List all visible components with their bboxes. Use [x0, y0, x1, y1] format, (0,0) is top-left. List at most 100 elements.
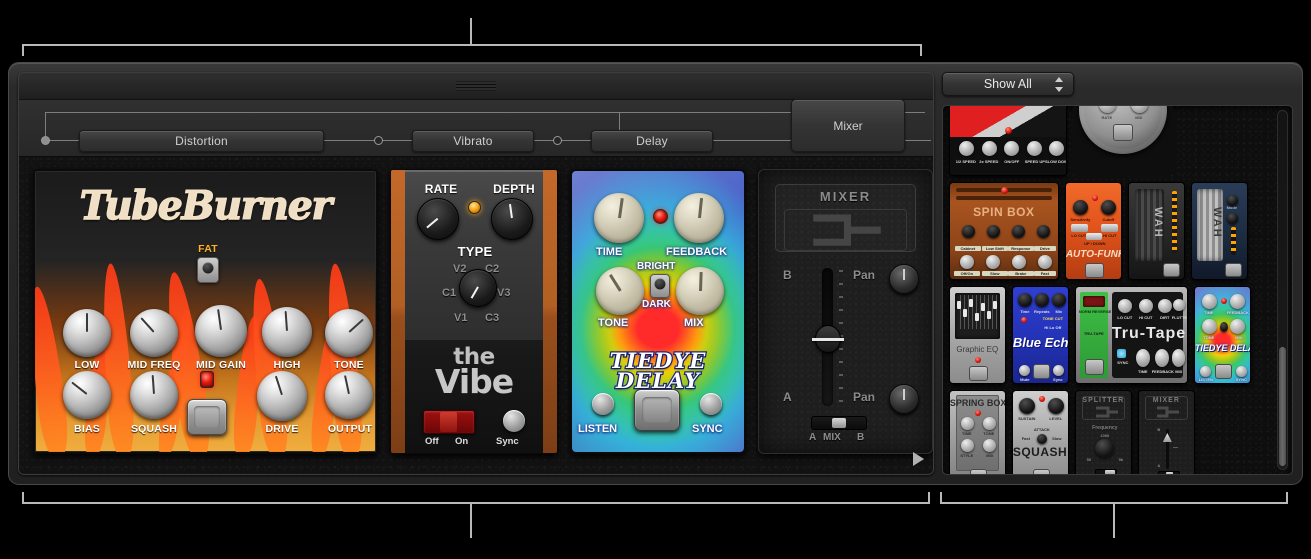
knob-label-output: OUTPUT — [327, 423, 373, 435]
browser-item-phase-pedal[interactable]: RATE MIX — [1072, 106, 1173, 176]
pedalboard-area: Distortion Vibrato Delay Mixer TubeBurne… — [18, 72, 934, 475]
mixer-routing-icon — [784, 209, 907, 252]
browser-item-knob-label: SLOW DOWN — [1044, 159, 1066, 164]
knob-output[interactable] — [325, 371, 373, 419]
browser-item-wah-blue[interactable]: WAH Mode — [1190, 182, 1248, 280]
browser-item-mixer[interactable]: MIXER B A A MIX B — [1137, 390, 1195, 474]
vibe-depth-knob[interactable] — [491, 198, 533, 240]
browser-item-title: SPIN BOX — [973, 205, 1035, 219]
browser-item-blue-echo[interactable]: Time Repeats Mix TONE CUT Hi Lo Off Blue… — [1011, 286, 1069, 384]
routing-slot-mixer[interactable]: Mixer — [791, 99, 905, 152]
browser-item-spin-box[interactable]: SPIN BOX Cabinet Low Shift Response Driv… — [948, 182, 1059, 280]
browser-item-knob-label: TIME — [962, 431, 972, 436]
plugin-titlebar — [19, 73, 933, 100]
mixer-ab-mix-switch[interactable] — [811, 416, 867, 430]
vibe-on-off-switch[interactable] — [423, 410, 475, 434]
browser-item-extra-label: Hi Lo Off — [1044, 325, 1062, 330]
knob-drive[interactable] — [257, 371, 307, 421]
browser-item-knob-label: Frequency — [1092, 425, 1118, 431]
browser-item-knob-label: Low Shift — [981, 246, 1008, 251]
knob-mid-freq[interactable] — [130, 309, 178, 357]
pedal-tubeburner[interactable]: TubeBurner FAT LOW MID FREQ MID GAIN HIG… — [33, 169, 378, 454]
delay-mix-knob[interactable] — [676, 267, 724, 315]
browser-item-knob-label: HI CUT — [1139, 315, 1153, 320]
browser-item-extra-label: Fast — [1021, 436, 1030, 441]
vibe-type-knob[interactable] — [459, 269, 497, 307]
knob-label-low: LOW — [74, 359, 100, 371]
delay-sync-button[interactable] — [700, 393, 722, 415]
routing-slot-distortion[interactable]: Distortion — [79, 130, 324, 152]
browser-item-extra-label: Off/On — [953, 271, 980, 276]
knob-label-high: HIGH — [273, 359, 301, 371]
vibe-type-option-v1[interactable]: V1 — [454, 312, 467, 324]
vibe-sync-button[interactable] — [503, 410, 525, 432]
browser-item-tru-tape-delay[interactable]: NORM REVERSE TRU-TAPE LO CUT HI CUT DIRT… — [1074, 286, 1188, 384]
browser-item-splitter[interactable]: SPLITTER Frequency 1000 50 5k Split — [1074, 390, 1132, 474]
mixer-balance-thumb[interactable] — [812, 325, 844, 353]
routing-node-2[interactable] — [553, 136, 562, 145]
browser-item-extra-label: UP / DOWN — [1084, 241, 1106, 246]
delay-tone-knob[interactable] — [596, 267, 644, 315]
knob-tone[interactable] — [325, 309, 373, 357]
browser-item-graphic-eq[interactable]: Graphic EQ — [948, 286, 1006, 384]
knob-mid-gain[interactable] — [195, 305, 247, 357]
browser-scrollbar-thumb[interactable] — [1279, 347, 1286, 466]
browser-filter-value: Show All — [983, 77, 1032, 91]
browser-grid-container[interactable]: Total Tremolo 1/2 SPEED 2x SPEED ON/OFF … — [941, 105, 1293, 475]
browser-item-title: WAH — [1210, 207, 1223, 239]
browser-item-title: TIEDYE DELAY — [1194, 343, 1250, 353]
browser-scrollbar[interactable] — [1277, 110, 1288, 470]
vibe-rail-left — [391, 170, 405, 453]
delay-time-knob[interactable] — [594, 193, 644, 243]
browser-item-extra-label: SYNC — [1117, 360, 1129, 365]
knob-low[interactable] — [63, 309, 111, 357]
mixer-pan-top-label: Pan — [853, 268, 876, 282]
vibe-type-option-c3[interactable]: C3 — [485, 312, 499, 324]
pedal-strip-scroll-right-arrow[interactable] — [912, 452, 924, 466]
pedal-mixer-module[interactable]: MIXER B A Pan Pan A MIX B — [758, 169, 933, 454]
knob-label-mid-freq: MID FREQ — [127, 359, 181, 371]
mixer-pan-a-knob[interactable] — [889, 384, 919, 414]
footswitch-delay[interactable] — [634, 389, 680, 431]
vibe-logo: the Vibe — [391, 346, 557, 399]
mixer-ab-label-a: A — [809, 432, 817, 443]
browser-item-extra-label: Brake — [1007, 271, 1034, 276]
vibe-type-option-v3[interactable]: V3 — [497, 287, 510, 299]
delay-feedback-knob[interactable] — [674, 193, 724, 243]
browser-row: Total Tremolo 1/2 SPEED 2x SPEED ON/OFF … — [948, 106, 1270, 176]
routing-node-input[interactable] — [41, 136, 50, 145]
browser-item-extra-label: SYNC — [1235, 377, 1247, 382]
browser-item-knob-label: TIME — [1204, 310, 1214, 315]
browser-grid: Total Tremolo 1/2 SPEED 2x SPEED ON/OFF … — [948, 106, 1270, 474]
browser-item-auto-funk[interactable]: Sensitivity Cutoff LO CUT HI CUT UP / DO… — [1064, 182, 1122, 280]
pedal-tiedye-delay[interactable]: TIME FEEDBACK BRIGHT DARK TONE MIX TIEDY… — [570, 169, 746, 454]
browser-row: SPRING BOX TIME TONE STYLE MIX SUSTAIN L… — [948, 390, 1270, 474]
vibe-rate-knob[interactable] — [417, 198, 459, 240]
mixer-plate: MIXER — [775, 184, 916, 252]
window-grip-icon[interactable] — [455, 81, 496, 91]
browser-item-spring-box[interactable]: SPRING BOX TIME TONE STYLE MIX — [948, 390, 1006, 474]
mixer-pan-b-knob[interactable] — [889, 264, 919, 294]
delay-listen-button[interactable] — [592, 393, 614, 415]
browser-item-squash-compressor[interactable]: SUSTAIN LEVEL ATTACK Fast Slow SQUASH CO… — [1011, 390, 1069, 474]
pedal-the-vibe[interactable]: RATE DEPTH TYPE V2 C2 C1 V3 V1 C3 the Vi… — [390, 169, 558, 454]
routing-slot-delay[interactable]: Delay — [591, 130, 713, 152]
browser-item-knob-label: LEVEL — [1049, 416, 1063, 421]
browser-item-wah-dark[interactable]: WAH — [1127, 182, 1185, 280]
routing-slot-vibrato[interactable]: Vibrato — [412, 130, 534, 152]
knob-label-squash: SQUASH — [130, 423, 178, 435]
browser-item-total-tremolo[interactable]: Total Tremolo 1/2 SPEED 2x SPEED ON/OFF … — [948, 106, 1067, 176]
knob-squash[interactable] — [130, 371, 178, 419]
routing-node-1[interactable] — [374, 136, 383, 145]
browser-filter-dropdown[interactable]: Show All — [941, 72, 1074, 96]
fat-toggle-switch[interactable] — [197, 257, 219, 283]
mixer-ab-label-b: B — [857, 432, 865, 443]
browser-item-tiedye-delay[interactable]: TIME FEEDBACK TONE MIX TIEDYE DELAY LIST… — [1193, 286, 1251, 384]
knob-bias[interactable] — [63, 371, 111, 419]
browser-item-extra-label: LISTEN — [1198, 377, 1213, 382]
footswitch-distortion[interactable] — [187, 399, 227, 435]
delay-bright-dark-toggle[interactable] — [650, 274, 670, 298]
browser-item-extra-label: NORM REVERSE — [1078, 309, 1112, 314]
vibe-type-option-c1[interactable]: C1 — [442, 287, 456, 299]
knob-high[interactable] — [262, 307, 312, 357]
